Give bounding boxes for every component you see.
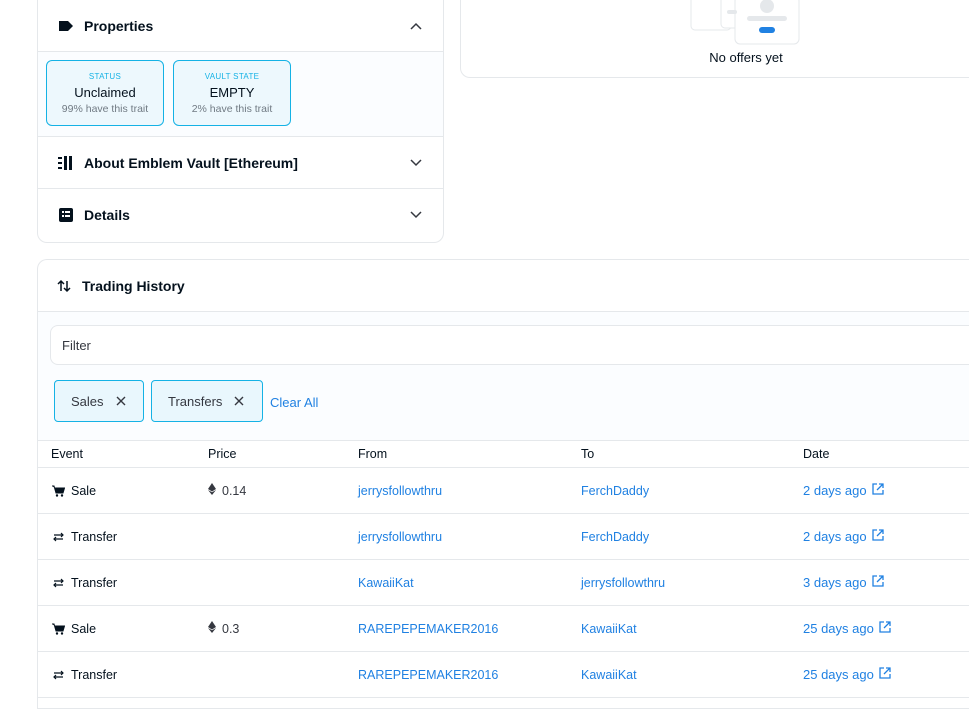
- event-cell: Transfer: [51, 530, 117, 544]
- table-row: Sale 0.3 RAREPEPEMAKER2016 KawaiiKat 25 days…: [38, 606, 969, 652]
- trait-type: STATUS: [88, 71, 122, 81]
- properties-body: STATUS Unclaimed 99% have this trait VAU…: [38, 52, 443, 137]
- to-link[interactable]: KawaiiKat: [581, 668, 637, 682]
- details-header[interactable]: Details: [38, 189, 443, 241]
- table-row: Transfer jerrysfollowthru FerchDaddy 2 days…: [38, 514, 969, 560]
- event-label: Sale: [71, 621, 97, 636]
- trading-history-panel: Trading History Sales Transfers Clear Al…: [37, 259, 969, 709]
- chip-label: Transfers: [168, 393, 223, 409]
- event-label: Transfer: [71, 529, 118, 544]
- event-label: Transfer: [71, 575, 118, 590]
- event-cell: Sale: [51, 484, 96, 498]
- filter-chip-transfers[interactable]: Transfers: [151, 380, 263, 422]
- column-header-to: To: [581, 447, 595, 461]
- filter-chip-sales[interactable]: Sales: [54, 380, 144, 422]
- event-label: Transfer: [71, 667, 118, 682]
- eth-icon: [208, 621, 216, 636]
- from-link[interactable]: KawaiiKat: [358, 576, 414, 590]
- transfer-icon: [51, 576, 65, 590]
- to-link[interactable]: jerrysfollowthru: [581, 576, 665, 590]
- event-label: Sale: [71, 483, 97, 498]
- empty-offers-illustration: [690, 0, 800, 45]
- details-icon: [58, 207, 74, 223]
- about-title: About Emblem Vault [Ethereum]: [84, 154, 298, 171]
- price-cell: 0.3: [208, 621, 239, 636]
- date-link[interactable]: 3 days ago: [803, 575, 884, 590]
- chevron-up-icon[interactable]: [409, 19, 423, 33]
- external-link-icon: [871, 575, 884, 590]
- details-title: Details: [84, 207, 130, 223]
- no-offers-text: No offers yet: [709, 50, 783, 65]
- trait-card-vault-state[interactable]: VAULT STATE EMPTY 2% have this trait: [173, 60, 291, 126]
- external-link-icon: [871, 483, 884, 498]
- trait-rarity: 99% have this trait: [61, 102, 149, 115]
- tag-icon: [58, 18, 74, 34]
- column-header-price: Price: [208, 447, 237, 461]
- swap-vertical-icon: [56, 278, 72, 294]
- list-icon: [58, 155, 74, 171]
- chevron-down-icon[interactable]: [409, 208, 423, 222]
- eth-icon: [208, 483, 216, 498]
- event-cell: Transfer: [51, 576, 117, 590]
- close-icon[interactable]: [116, 394, 126, 409]
- trait-value: EMPTY: [209, 84, 255, 100]
- date-text: 25 days ago: [803, 667, 874, 682]
- to-link[interactable]: FerchDaddy: [581, 530, 649, 544]
- trait-value: Unclaimed: [74, 84, 136, 100]
- from-link[interactable]: RAREPEPEMAKER2016: [358, 668, 498, 682]
- transfer-icon: [51, 668, 65, 682]
- external-link-icon: [871, 529, 884, 544]
- transfer-icon: [51, 530, 65, 544]
- table-header: Event Price From To Date: [38, 440, 969, 468]
- external-link-icon: [879, 667, 891, 682]
- column-header-event: Event: [51, 447, 83, 461]
- date-link[interactable]: 25 days ago: [803, 667, 891, 682]
- from-link[interactable]: jerrysfollowthru: [358, 484, 442, 498]
- date-link[interactable]: 25 days ago: [803, 621, 891, 636]
- price-value: 0.14: [222, 483, 247, 498]
- to-link[interactable]: KawaiiKat: [581, 622, 637, 636]
- trading-history-title: Trading History: [82, 277, 185, 294]
- column-header-from: From: [358, 447, 388, 461]
- price-value: 0.3: [222, 621, 240, 636]
- trading-history-header[interactable]: Trading History: [38, 260, 969, 312]
- date-text: 2 days ago: [803, 483, 867, 498]
- item-details-panel: Properties STATUS Unclaimed 99% have thi…: [37, 0, 444, 243]
- filter-input[interactable]: [50, 325, 969, 365]
- trait-card-status[interactable]: STATUS Unclaimed 99% have this trait: [46, 60, 164, 126]
- date-text: 2 days ago: [803, 529, 867, 544]
- price-cell: 0.14: [208, 483, 246, 498]
- trading-history-table: Event Price From To Date Sale 0.14 jerrysf…: [38, 440, 969, 698]
- date-text: 3 days ago: [803, 575, 867, 590]
- event-cell: Transfer: [51, 668, 117, 682]
- filter-area: Sales Transfers: [38, 312, 969, 440]
- cart-icon: [51, 484, 65, 498]
- external-link-icon: [879, 621, 891, 636]
- date-text: 25 days ago: [803, 621, 874, 636]
- trait-rarity: 2% have this trait: [191, 102, 273, 115]
- cart-icon: [51, 622, 65, 636]
- from-link[interactable]: jerrysfollowthru: [358, 530, 442, 544]
- table-row: Sale 0.14 jerrysfollowthru FerchDaddy 2 days…: [38, 468, 969, 514]
- close-icon[interactable]: [234, 394, 244, 409]
- offers-panel: No offers yet: [460, 0, 969, 78]
- date-link[interactable]: 2 days ago: [803, 483, 884, 498]
- clear-all-link[interactable]: Clear All: [270, 395, 318, 410]
- event-cell: Sale: [51, 622, 96, 636]
- chip-label: Sales: [71, 393, 104, 409]
- to-link[interactable]: FerchDaddy: [581, 484, 649, 498]
- from-link[interactable]: RAREPEPEMAKER2016: [358, 622, 498, 636]
- trait-type: VAULT STATE: [204, 71, 260, 81]
- properties-title: Properties: [84, 17, 154, 34]
- chevron-down-icon[interactable]: [409, 156, 423, 170]
- column-header-date: Date: [803, 447, 830, 461]
- table-row: Transfer RAREPEPEMAKER2016 KawaiiKat 25 day…: [38, 652, 969, 698]
- about-header[interactable]: About Emblem Vault [Ethereum]: [38, 137, 443, 189]
- date-link[interactable]: 2 days ago: [803, 529, 884, 544]
- table-row: Transfer KawaiiKat jerrysfollowthru 3 days …: [38, 560, 969, 606]
- table-rows: Sale 0.14 jerrysfollowthru FerchDaddy 2 days…: [38, 468, 969, 698]
- properties-header[interactable]: Properties: [38, 0, 443, 52]
